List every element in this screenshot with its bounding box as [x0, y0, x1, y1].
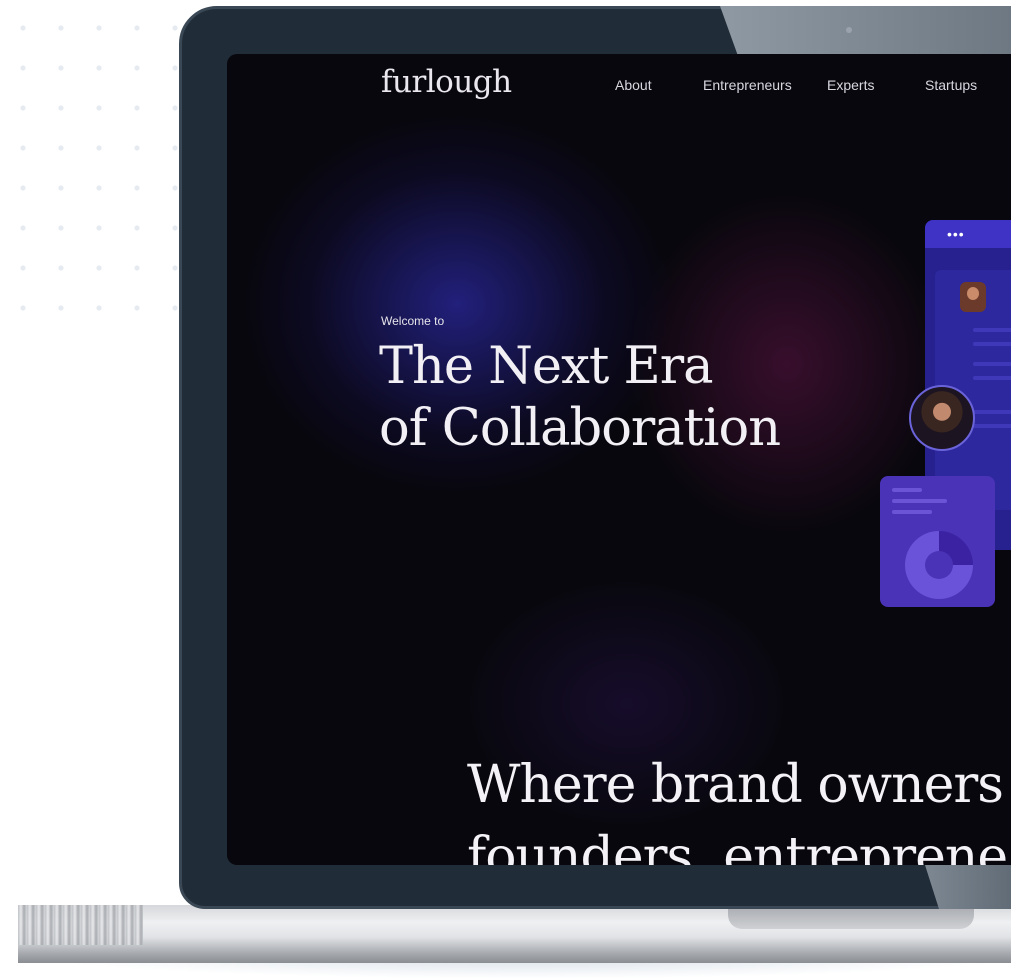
- section-headline-line1: Where brand owners: [467, 755, 1004, 815]
- illustration-text-line: [892, 499, 947, 503]
- section-headline-line2: founders, entreprene: [467, 827, 1008, 865]
- nav-item-experts[interactable]: Experts: [827, 77, 874, 93]
- camera-icon: [846, 27, 852, 33]
- illustration-text-line: [973, 342, 1011, 346]
- nav-item-startups[interactable]: Startups: [925, 77, 977, 93]
- site-logo[interactable]: furlough: [381, 64, 512, 100]
- illustration-window-topbar: •••: [925, 220, 1011, 248]
- section-headline: Where brand owners founders, entreprene: [467, 749, 1008, 865]
- illustration-chart-card: [880, 476, 995, 607]
- illustration-text-line: [892, 488, 922, 492]
- illustration-text-line: [973, 328, 1011, 332]
- dotted-background-pattern: [0, 0, 185, 330]
- illustration-text-line: [973, 424, 1011, 428]
- hero-title: The Next Era of Collaboration: [379, 336, 781, 460]
- laptop-base-edge: [18, 905, 143, 945]
- illustration-text-line: [973, 410, 1011, 414]
- illustration-text-line: [973, 376, 1011, 380]
- hero-title-line2: of Collaboration: [379, 399, 781, 458]
- illustration-text-line: [973, 362, 1011, 366]
- avatar-woman-icon: [909, 385, 975, 451]
- pie-chart-icon: [905, 531, 973, 599]
- small-avatar-icon: [960, 282, 986, 312]
- nav-item-entrepreneurs[interactable]: Entrepreneurs: [703, 77, 792, 93]
- hero-title-line1: The Next Era: [379, 337, 714, 396]
- illustration-text-line: [892, 510, 932, 514]
- bezel-reflection-bottom: [925, 865, 1011, 909]
- hero-eyebrow: Welcome to: [381, 314, 445, 328]
- more-dots-icon: •••: [947, 226, 965, 242]
- bezel-reflection: [720, 6, 1011, 56]
- nav-item-about[interactable]: About: [615, 77, 652, 93]
- website-screen: furlough About Entrepreneurs Experts Sta…: [227, 54, 1011, 865]
